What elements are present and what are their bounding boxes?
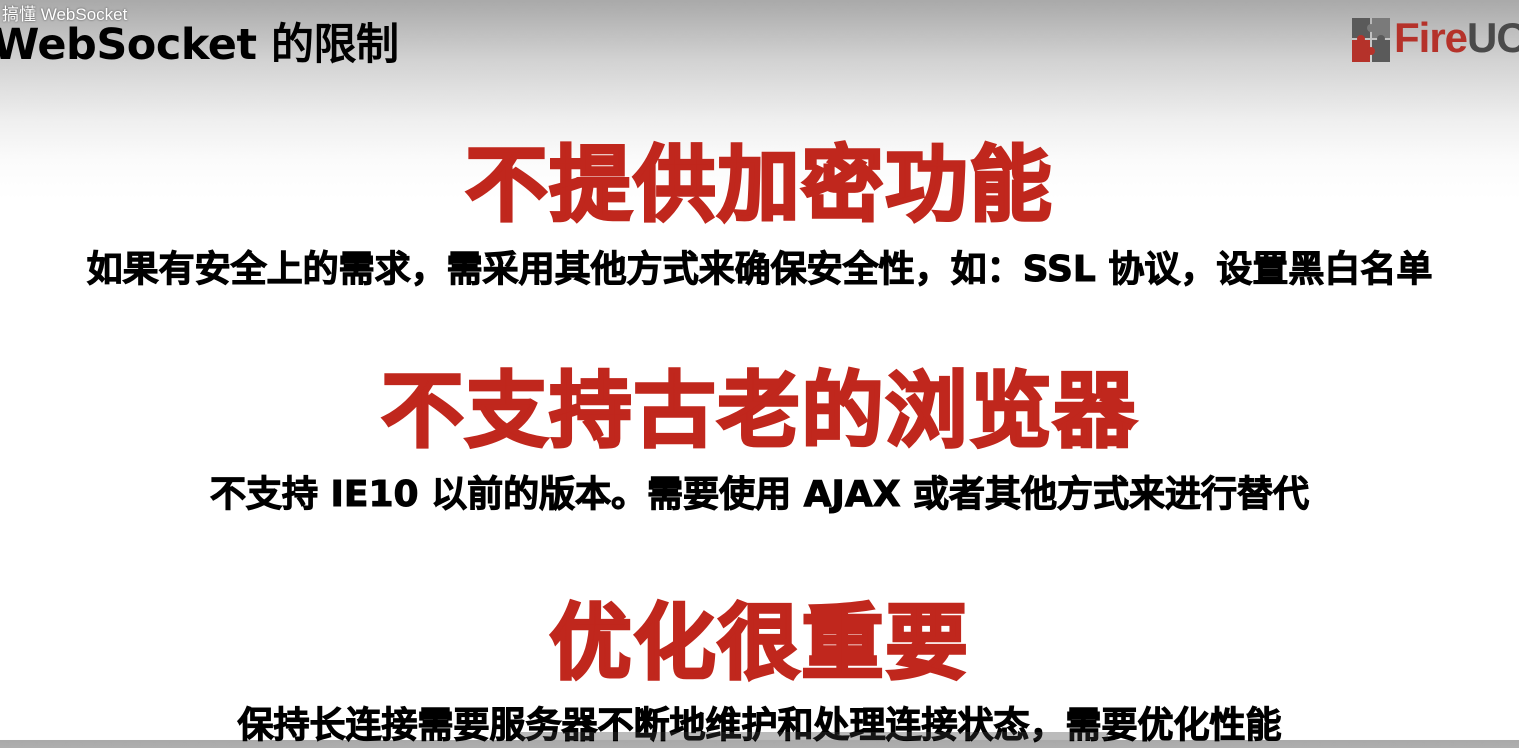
section-3-detail: 保持长连接需要服务器不断地维护和处理连接状态，需要优化性能 (237, 705, 1282, 747)
video-overlay-strip (520, 732, 1108, 740)
logo-text: FireUC (1394, 14, 1519, 62)
logo-text-uc: UC (1467, 14, 1519, 61)
fireuc-logo: FireUC (1350, 14, 1519, 66)
logo-text-fire: Fire (1394, 14, 1468, 61)
section-3-heading: 优化很重要 (548, 595, 970, 693)
section-1-heading: 不提供加密功能 (464, 137, 1054, 235)
section-2-heading: 不支持古老的浏览器 (380, 363, 1138, 461)
section-1-detail: 如果有安全上的需求，需采用其他方式来确保安全性，如：SSL 协议，设置黑白名单 (86, 249, 1433, 291)
section-2-detail: 不支持 IE10 以前的版本。需要使用 AJAX 或者其他方式来进行替代 (209, 474, 1310, 516)
slide-title: WebSocket 的限制 (0, 20, 399, 70)
puzzle-logo-icon (1352, 18, 1390, 62)
